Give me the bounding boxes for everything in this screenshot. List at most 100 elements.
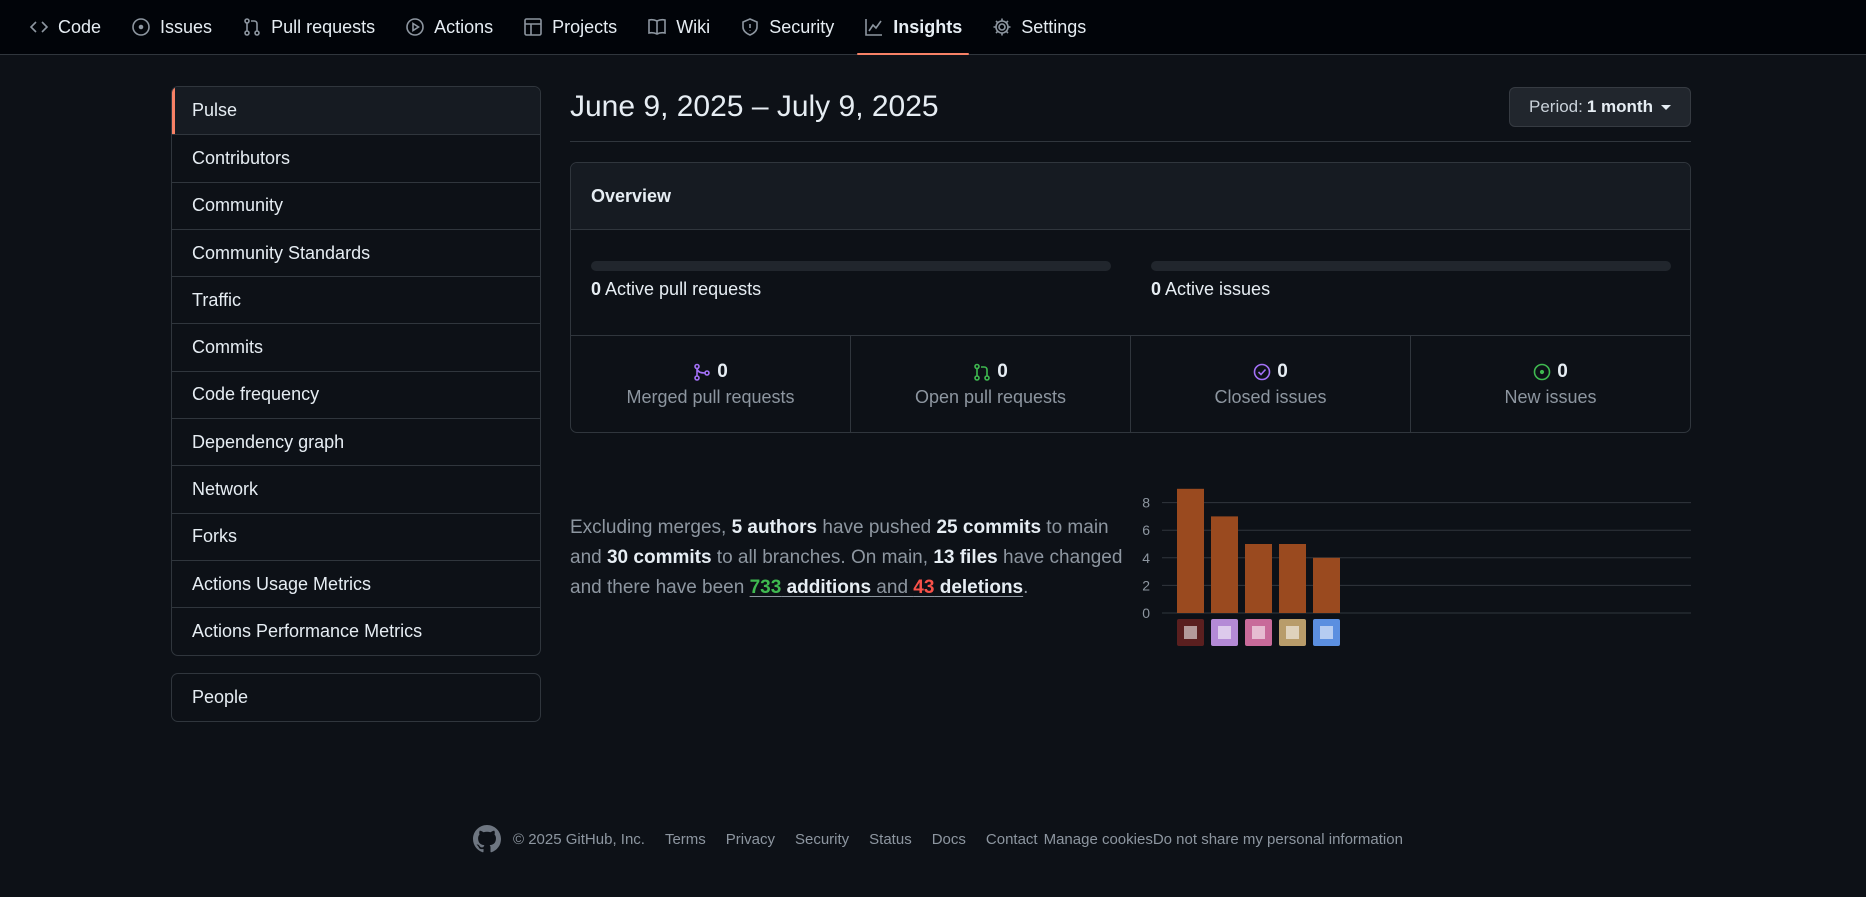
avatar-pattern xyxy=(1184,626,1197,639)
deletions-label: deletions xyxy=(934,577,1024,598)
period-dropdown-button[interactable]: Period: 1 month xyxy=(1509,87,1691,127)
sidebar-item-network[interactable]: Network xyxy=(172,465,540,512)
tab-label: Insights xyxy=(893,16,963,37)
table-icon xyxy=(524,18,542,36)
footer-link-terms[interactable]: Terms xyxy=(665,831,706,848)
tab-label: Security xyxy=(769,16,835,37)
footer-link-docs[interactable]: Docs xyxy=(932,831,966,848)
sidebar-item-commits[interactable]: Commits xyxy=(172,323,540,370)
commit-summary: Excluding merges, 5 authors have pushed … xyxy=(570,513,1130,603)
additions-label: additions xyxy=(781,577,872,598)
tab-insights[interactable]: Insights xyxy=(849,0,977,55)
active-prs-bar xyxy=(591,261,1111,271)
chart-y-tick-label: 8 xyxy=(1142,495,1150,511)
avatar-pattern xyxy=(1286,626,1299,639)
sidebar-item-people[interactable]: People xyxy=(171,673,541,722)
active-prs-link[interactable]: 0 Active pull requests xyxy=(591,279,761,300)
active-prs-label: Active pull requests xyxy=(605,279,762,299)
footer-link-security[interactable]: Security xyxy=(795,831,849,848)
active-issues-bar xyxy=(1151,261,1671,271)
tab-actions[interactable]: Actions xyxy=(390,0,508,54)
tab-label: Issues xyxy=(160,16,213,37)
authors-count: 5 authors xyxy=(731,517,818,538)
sidebar-item-actions-performance-metrics[interactable]: Actions Performance Metrics xyxy=(172,607,540,654)
sidebar-item-pulse[interactable]: Pulse xyxy=(172,87,540,135)
code-icon xyxy=(29,21,49,33)
stat-count: 0 xyxy=(997,360,1008,382)
tab-wiki[interactable]: Wiki xyxy=(632,0,725,54)
commits-all-count: 30 commits xyxy=(606,547,712,568)
stat-count: 0 xyxy=(1277,360,1288,382)
sidebar-item-contributors[interactable]: Contributors xyxy=(172,134,540,181)
tab-projects[interactable]: Projects xyxy=(508,0,632,54)
tab-label: Code xyxy=(58,16,102,37)
graph-icon xyxy=(865,19,883,36)
merged-icon xyxy=(694,363,711,381)
overview-progress: 0 Active pull requests 0 Active issues xyxy=(571,230,1690,336)
stat-label: Merged pull requests xyxy=(626,386,795,407)
footer-link-contact[interactable]: Contact xyxy=(986,831,1038,848)
divider xyxy=(570,141,1691,142)
copyright: © 2025 GitHub, Inc. xyxy=(513,830,645,848)
stat-open-prs[interactable]: 0 Open pull requests xyxy=(850,336,1130,432)
tab-label: Pull requests xyxy=(271,16,376,37)
deletions-count: 43 xyxy=(913,577,935,598)
shield-icon xyxy=(742,18,758,36)
tab-label: Projects xyxy=(552,16,618,37)
stat-label: Closed issues xyxy=(1214,386,1327,407)
chart-y-tick-label: 4 xyxy=(1142,550,1150,566)
sidebar-item-community[interactable]: Community xyxy=(172,181,540,229)
sidebar-item-code-frequency[interactable]: Code frequency xyxy=(172,370,540,418)
footer-link-manage-cookies[interactable]: Manage cookies xyxy=(1044,831,1153,848)
pull-request-icon xyxy=(244,18,260,36)
additions-deletions-link[interactable]: 733 additions and 43 deletions xyxy=(750,577,1024,598)
overview-box: Overview 0 Active pull requests 0 Active… xyxy=(570,162,1691,433)
gear-icon xyxy=(993,18,1011,36)
tab-code[interactable]: Code xyxy=(14,0,116,54)
insights-sidebar: Pulse Contributors Community Community S… xyxy=(171,86,541,656)
chart-bar[interactable] xyxy=(1177,488,1204,613)
stat-merged-prs[interactable]: 0 Merged pull requests xyxy=(571,336,850,432)
footer-link-privacy[interactable]: Privacy xyxy=(726,831,775,848)
github-logo-icon[interactable] xyxy=(473,825,501,853)
tab-settings[interactable]: Settings xyxy=(977,0,1101,54)
chart-bar[interactable] xyxy=(1245,544,1272,613)
avatar-pattern xyxy=(1320,626,1333,639)
sidebar-item-actions-usage-metrics[interactable]: Actions Usage Metrics xyxy=(172,559,540,607)
overview-stats: 0 Merged pull requests 0 Open pull reque… xyxy=(571,336,1690,432)
sidebar-item-dependency-graph[interactable]: Dependency graph xyxy=(172,418,540,465)
tab-security[interactable]: Security xyxy=(725,0,849,54)
issue-closed-icon xyxy=(1253,363,1271,380)
footer-link-status[interactable]: Status xyxy=(869,831,912,848)
avatar-pattern xyxy=(1252,626,1265,639)
chart-y-tick-label: 0 xyxy=(1142,605,1150,621)
date-range-title: June 9, 2025 – July 9, 2025 xyxy=(570,90,939,123)
stat-closed-issues[interactable]: 0 Closed issues xyxy=(1130,336,1410,432)
chart-bar[interactable] xyxy=(1279,544,1306,613)
chart-y-tick-label: 2 xyxy=(1142,577,1150,593)
period-label: Period: xyxy=(1529,97,1583,116)
footer-link-do-not-share[interactable]: Do not share my personal information xyxy=(1153,831,1403,848)
additions-count: 733 xyxy=(749,577,782,598)
sidebar-item-traffic[interactable]: Traffic xyxy=(172,276,540,323)
period-value: 1 month xyxy=(1586,97,1653,116)
pull-request-icon xyxy=(974,363,991,381)
chart-bar[interactable] xyxy=(1211,516,1238,613)
active-prs-count: 0 xyxy=(591,279,602,299)
summary-text: . xyxy=(1023,577,1029,598)
active-issues-label: Active issues xyxy=(1165,279,1271,299)
summary-text: and xyxy=(871,577,914,598)
repo-nav: Code Issues Pull requests Actions Projec… xyxy=(0,0,1866,55)
avatar-pattern xyxy=(1218,626,1231,639)
chart-bar[interactable] xyxy=(1313,557,1340,613)
summary-text: to all branches. On main, xyxy=(711,547,934,568)
sidebar-item-forks[interactable]: Forks xyxy=(172,512,540,560)
tab-issues[interactable]: Issues xyxy=(116,0,227,54)
tab-label: Wiki xyxy=(676,16,711,37)
issue-opened-icon xyxy=(1533,363,1551,380)
sidebar-item-community-standards[interactable]: Community Standards xyxy=(172,228,540,276)
tab-pull-requests[interactable]: Pull requests xyxy=(227,0,390,54)
active-issues-link[interactable]: 0 Active issues xyxy=(1151,279,1270,300)
commits-by-author-chart: 0 2 4 6 8 xyxy=(1142,488,1691,646)
stat-new-issues[interactable]: 0 New issues xyxy=(1410,336,1690,432)
